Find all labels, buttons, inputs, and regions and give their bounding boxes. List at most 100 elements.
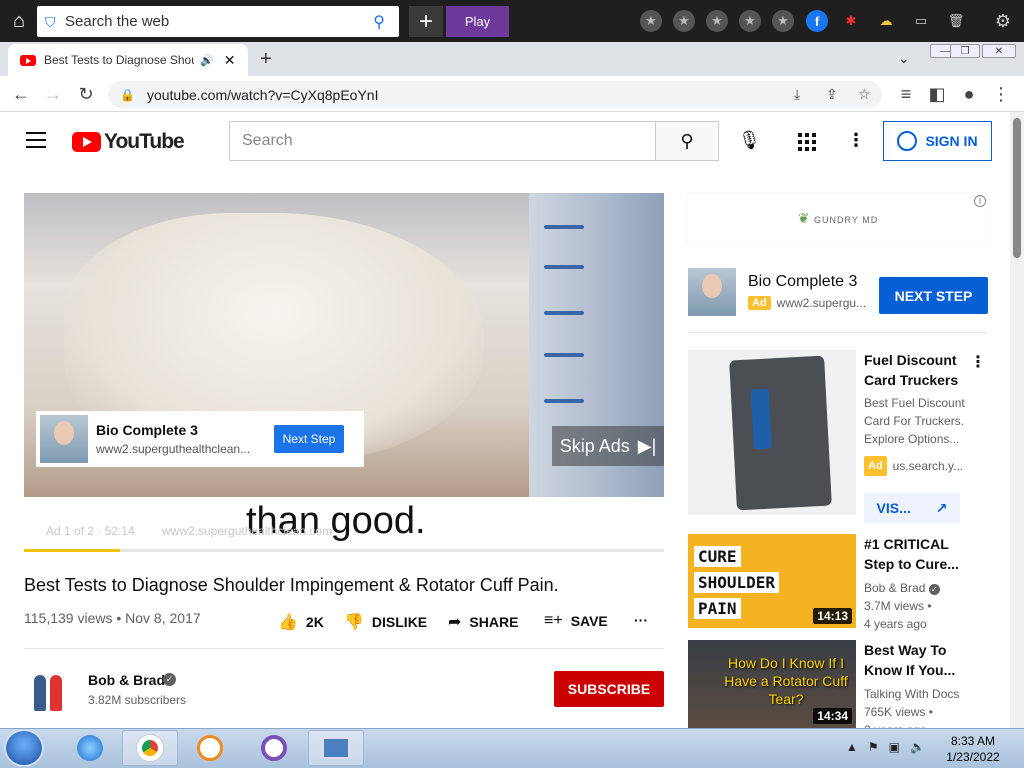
skip-icon: ▶| [637, 435, 657, 456]
close-window-button[interactable]: ✕ [982, 44, 1016, 58]
star-icon[interactable]: ★ [772, 10, 794, 32]
ad-info: Ad 1 of 2 · 52:14 [46, 524, 135, 538]
settings-kebab-icon[interactable]: ⋮ [847, 130, 865, 151]
save-button[interactable]: ≡+ SAVE [544, 612, 608, 630]
video-title: Best Tests to Diagnose Shoulder Impingem… [24, 575, 559, 595]
fuel-ad-title[interactable]: Fuel Discount Card Truckers [864, 350, 964, 390]
fuel-ad-thumbnail[interactable] [688, 350, 856, 515]
folder-icon[interactable]: ▭ [910, 10, 932, 32]
ad-card-title: Bio Complete 3 [96, 422, 198, 438]
video-age: 4 years ago [864, 617, 927, 631]
control-panel-icon[interactable] [308, 730, 364, 766]
video-channel[interactable]: Talking With Docs [864, 685, 974, 703]
add-button[interactable]: + [409, 6, 443, 37]
fuel-ad-url: Ad us.search.y... [864, 456, 974, 476]
chrome-icon[interactable] [122, 730, 178, 766]
hamburger-menu-icon[interactable] [26, 132, 46, 148]
network-icon[interactable]: ▣ [889, 740, 900, 754]
sidebar-ad-url: Ad www2.supergu... [748, 296, 868, 310]
clock-app-icon[interactable] [182, 730, 238, 766]
microphone-icon[interactable]: 🎙 [738, 130, 761, 151]
volume-icon[interactable]: 🔈 [910, 740, 925, 754]
scrollbar-thumb[interactable] [1013, 118, 1021, 258]
new-tab-button[interactable]: + [260, 48, 272, 71]
search-icon[interactable]: ⚲ [373, 12, 385, 32]
action-center-icon[interactable]: ⚑ [868, 740, 879, 754]
like-button[interactable]: 👍 2K [278, 612, 324, 632]
video-channel[interactable]: Bob & Brad ✓ [864, 579, 974, 597]
youtube-logo[interactable]: YouTube [72, 130, 185, 154]
ad-next-step-button[interactable]: Next Step [274, 425, 344, 453]
sidebar-ad-thumbnail[interactable] [688, 268, 736, 316]
video-thumbnail[interactable]: How Do I Know If I Have a Rotator Cuff T… [688, 640, 856, 728]
video-title-link[interactable]: Best Way To Know If You... [864, 640, 964, 680]
info-icon[interactable]: i [974, 195, 986, 207]
weather-icon[interactable]: ☁ [875, 10, 897, 32]
banner-ad[interactable]: ❦ GUNDRY MD [688, 193, 988, 243]
dislike-button[interactable]: 👎 DISLIKE [344, 612, 427, 632]
url-field[interactable]: 🔒 youtube.com/watch?v=CyXq8pEoYnI ⤓ ⇪ ☆ [108, 81, 882, 108]
ladybug-icon[interactable]: ✱ [840, 10, 862, 32]
more-options-icon[interactable]: ⋮ [970, 352, 986, 372]
star-icon[interactable]: ★ [706, 10, 728, 32]
tray-arrow-icon[interactable]: ▲ [846, 740, 858, 754]
install-icon[interactable]: ⤓ [794, 86, 800, 103]
share-page-icon[interactable]: ⇪ [826, 86, 838, 103]
star-icon[interactable]: ★ [739, 10, 761, 32]
lock-icon[interactable]: 🔒 [120, 88, 135, 102]
star-icon[interactable]: ★ [640, 10, 662, 32]
app-icon[interactable] [246, 730, 302, 766]
apps-grid-icon[interactable] [798, 133, 816, 151]
star-icon[interactable]: ★ [673, 10, 695, 32]
page-scrollbar[interactable] [1010, 112, 1024, 728]
youtube-search-box[interactable] [229, 121, 656, 161]
fuel-card-image [729, 355, 832, 511]
ie-icon[interactable] [62, 730, 118, 766]
sidebar-ad-title[interactable]: Bio Complete 3 [748, 273, 857, 291]
thumbs-up-icon: 👍 [278, 614, 298, 631]
system-tray: ▲ ⚑ ▣ 🔈 [846, 740, 925, 754]
ad-thumbnail [40, 415, 88, 463]
ad-url[interactable]: www2.superguthealthclean.com [162, 524, 332, 538]
menu-dots-icon[interactable]: ⋮ [990, 84, 1012, 105]
audio-icon[interactable]: 🔊 [200, 54, 214, 67]
system-clock[interactable]: 8:33 AM 1/23/2022 [930, 733, 1016, 765]
more-actions-button[interactable]: ··· [634, 612, 648, 628]
overlay-ad-card[interactable]: Bio Complete 3 www2.superguthealthclean.… [36, 411, 364, 467]
video-player[interactable]: than good. Ad 1 of 2 · 52:14 www2.superg… [24, 193, 664, 552]
visit-site-button[interactable]: VIS... ↗ [864, 493, 960, 523]
share-button[interactable]: ➦ SHARE [448, 612, 518, 632]
youtube-search-button[interactable]: ⚲ [655, 121, 719, 161]
channel-name[interactable]: Bob & Brad [88, 672, 165, 688]
restore-button[interactable]: ❐ [950, 44, 980, 58]
video-thumbnail[interactable]: CURE SHOULDER PAIN 14:13 [688, 534, 856, 628]
profile-icon[interactable]: ● [958, 84, 980, 105]
tab-youtube[interactable]: Best Tests to Diagnose Shoulder Impingem… [8, 44, 248, 76]
video-title-link[interactable]: #1 CRITICAL Step to Cure... [864, 534, 964, 574]
forward-icon[interactable]: → [42, 84, 64, 105]
start-button[interactable] [4, 729, 44, 767]
media-icon[interactable]: ≡ [895, 84, 917, 105]
side-panel-icon[interactable]: ◧ [926, 84, 948, 105]
back-icon[interactable]: ← [10, 84, 32, 105]
skip-ads-button[interactable]: Skip Ads ▶| [552, 426, 664, 466]
video-progress-bar[interactable] [24, 549, 664, 552]
bookmark-star-icon[interactable]: ☆ [858, 86, 871, 103]
youtube-search-input[interactable] [242, 132, 642, 150]
gear-icon[interactable]: ⚙ [992, 10, 1014, 32]
play-button[interactable]: Play [446, 6, 509, 37]
sign-in-button[interactable]: SIGN IN [883, 121, 992, 161]
next-step-button[interactable]: NEXT STEP [879, 277, 988, 314]
youtube-logo-text: YouTube [104, 130, 185, 153]
web-search-box[interactable]: ⛉ ⚲ [37, 6, 399, 37]
subscribe-button[interactable]: SUBSCRIBE [554, 671, 664, 707]
cylinder-tick [544, 265, 584, 269]
web-search-input[interactable] [65, 13, 355, 30]
home-icon[interactable]: ⌂ [6, 8, 32, 34]
chevron-down-icon[interactable]: ⌄ [898, 50, 910, 67]
trash-icon[interactable]: 🗑 [945, 10, 967, 32]
reload-icon[interactable]: ↻ [75, 84, 97, 105]
facebook-icon[interactable]: f [806, 10, 828, 32]
channel-avatar[interactable] [24, 667, 72, 715]
close-tab-icon[interactable]: ✕ [224, 52, 236, 69]
